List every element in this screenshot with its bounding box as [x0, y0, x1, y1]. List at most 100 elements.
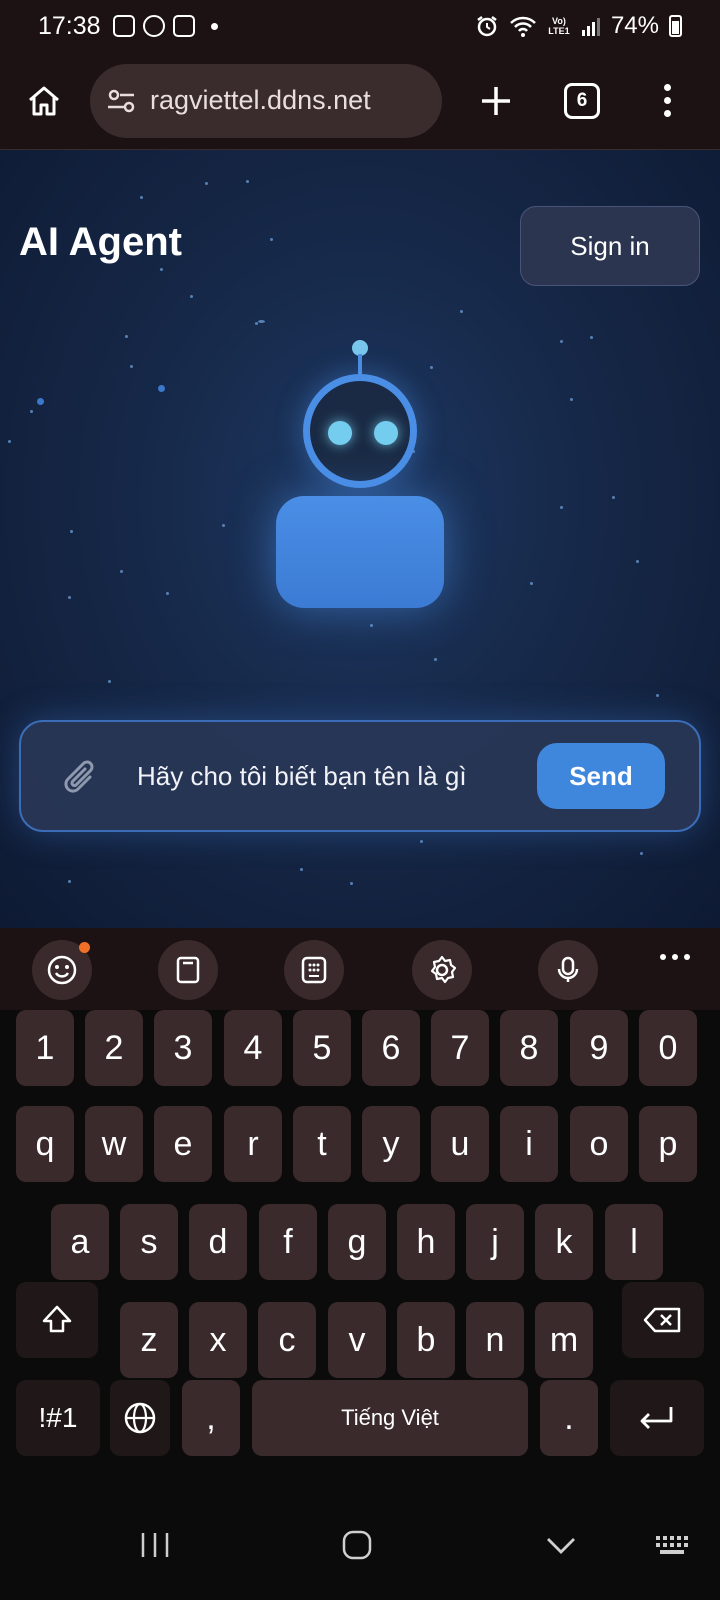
settings-icon — [430, 955, 457, 984]
plus-icon — [482, 86, 510, 115]
key-a[interactable]: a — [51, 1204, 109, 1280]
new-tab-button[interactable] — [472, 77, 520, 125]
key-h[interactable]: h — [397, 1204, 455, 1280]
key-v[interactable]: v — [328, 1302, 386, 1378]
attach-button[interactable] — [55, 748, 111, 804]
tab-count: 6 — [576, 89, 588, 111]
chat-input-bar: Send — [19, 720, 701, 832]
browser-menu-button[interactable] — [652, 77, 682, 125]
key-9[interactable]: 9 — [570, 1010, 628, 1086]
keypad-icon — [301, 956, 327, 984]
key-q[interactable]: q — [16, 1106, 74, 1182]
key-g[interactable]: g — [328, 1204, 386, 1280]
alarm-icon — [477, 16, 497, 37]
system-nav-bar — [0, 1496, 720, 1600]
key-l[interactable]: l — [605, 1204, 663, 1280]
key-o[interactable]: o — [570, 1106, 628, 1182]
globe-icon — [124, 1402, 156, 1434]
battery-icon — [669, 15, 682, 37]
key-e[interactable]: e — [154, 1106, 212, 1182]
key-8[interactable]: 8 — [500, 1010, 558, 1086]
key-0[interactable]: 0 — [639, 1010, 697, 1086]
key-y[interactable]: y — [362, 1106, 420, 1182]
home-button[interactable] — [20, 77, 68, 125]
notification-dot-icon — [210, 22, 218, 30]
key-j[interactable]: j — [466, 1204, 524, 1280]
notification-dot-icon — [79, 942, 90, 953]
recents-icon — [141, 1533, 169, 1557]
key-1[interactable]: 1 — [16, 1010, 74, 1086]
chevron-down-icon — [547, 1538, 575, 1554]
keyboard-icon — [656, 1536, 688, 1554]
gallery-icon — [112, 15, 135, 37]
key-7[interactable]: 7 — [431, 1010, 489, 1086]
keyboard: 1234567890 qwertyuiop asdfghjkl zxcvbnm … — [0, 1010, 720, 1496]
web-page: AI Agent Sign in Send — [0, 150, 720, 928]
key-x[interactable]: x — [189, 1302, 247, 1378]
sign-in-button[interactable]: Sign in — [520, 206, 700, 286]
keypad-button[interactable] — [284, 940, 344, 1000]
status-bar: 17:38 Vo) LTE1 74% — [0, 0, 720, 52]
address-bar[interactable]: ragviettel.ddns.net — [90, 63, 442, 138]
key-f[interactable]: f — [259, 1204, 317, 1280]
key-b[interactable]: b — [397, 1302, 455, 1378]
paperclip-icon — [64, 760, 94, 793]
key-m[interactable]: m — [535, 1302, 593, 1378]
key-u[interactable]: u — [431, 1106, 489, 1182]
backspace-key[interactable] — [622, 1282, 704, 1358]
key-2[interactable]: 2 — [85, 1010, 143, 1086]
key-r[interactable]: r — [224, 1106, 282, 1182]
key-c[interactable]: c — [258, 1302, 316, 1378]
browser-toolbar: ragviettel.ddns.net 6 — [0, 52, 720, 150]
period-key[interactable]: . — [540, 1380, 598, 1456]
key-w[interactable]: w — [85, 1106, 143, 1182]
more-vert-icon — [663, 84, 671, 91]
more-icon[interactable] — [660, 954, 690, 960]
key-5[interactable]: 5 — [293, 1010, 351, 1086]
key-n[interactable]: n — [466, 1302, 524, 1378]
home-nav-button[interactable] — [340, 1530, 374, 1560]
key-d[interactable]: d — [189, 1204, 247, 1280]
symbols-key[interactable]: !#1 — [16, 1380, 100, 1456]
key-3[interactable]: 3 — [154, 1010, 212, 1086]
backspace-icon — [643, 1307, 681, 1333]
battery-percent: 74% — [610, 12, 659, 39]
keyboard-toolbar — [0, 928, 720, 1010]
mic-icon — [557, 956, 579, 982]
shift-icon — [42, 1305, 72, 1333]
robot-illustration — [260, 340, 460, 610]
key-z[interactable]: z — [120, 1302, 178, 1378]
emoji-icon — [47, 955, 77, 985]
home-circle-icon — [342, 1530, 372, 1560]
emoji-button[interactable] — [32, 940, 92, 1000]
keyboard-settings-button[interactable] — [412, 940, 472, 1000]
brand-title: AI Agent — [19, 220, 182, 264]
clipboard-icon — [176, 956, 200, 984]
clipboard-button[interactable] — [158, 940, 218, 1000]
space-key[interactable]: Tiếng Việt — [252, 1380, 528, 1456]
key-k[interactable]: k — [535, 1204, 593, 1280]
hide-keyboard-button[interactable] — [544, 1530, 578, 1560]
key-p[interactable]: p — [639, 1106, 697, 1182]
language-key[interactable] — [110, 1380, 170, 1456]
key-s[interactable]: s — [120, 1204, 178, 1280]
home-icon — [29, 86, 59, 115]
enter-icon — [640, 1407, 673, 1429]
send-button[interactable]: Send — [537, 743, 665, 809]
keyboard-switch-button[interactable] — [654, 1530, 690, 1560]
status-time: 17:38 — [38, 11, 101, 40]
tab-switcher-button[interactable]: 6 — [564, 82, 600, 119]
key-4[interactable]: 4 — [224, 1010, 282, 1086]
key-i[interactable]: i — [500, 1106, 558, 1182]
wifi-icon — [510, 16, 536, 37]
signal-icon — [581, 18, 600, 36]
enter-key[interactable] — [610, 1380, 704, 1456]
recent-apps-button[interactable] — [138, 1530, 172, 1560]
key-6[interactable]: 6 — [362, 1010, 420, 1086]
comma-key[interactable]: , — [182, 1380, 240, 1456]
url-text: ragviettel.ddns.net — [150, 85, 371, 115]
shift-key[interactable] — [16, 1282, 98, 1358]
voice-input-button[interactable] — [538, 940, 598, 1000]
key-t[interactable]: t — [293, 1106, 351, 1182]
chat-input[interactable] — [137, 746, 517, 806]
